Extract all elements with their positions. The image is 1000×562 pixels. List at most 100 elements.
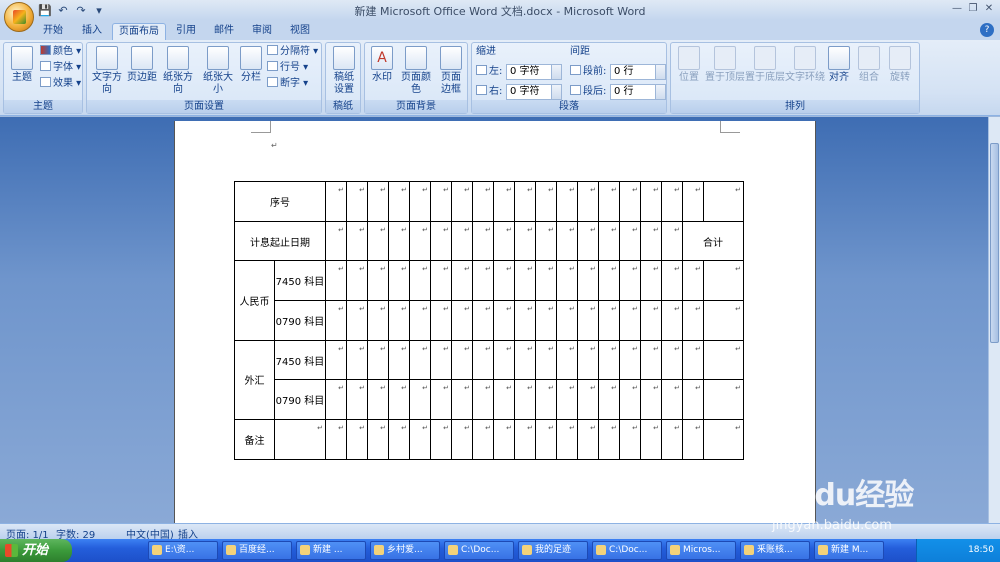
cell-note[interactable]: 备注	[234, 419, 275, 460]
table-cell[interactable]: ↵	[640, 419, 662, 460]
manuscript-setup-button[interactable]: 稿纸 设置	[328, 46, 360, 96]
table-cell[interactable]: ↵	[409, 379, 431, 421]
table-cell[interactable]: ↵	[556, 300, 578, 341]
table-cell[interactable]: ↵	[703, 419, 744, 460]
minimize-button[interactable]: —	[950, 2, 964, 16]
table-cell[interactable]: ↵	[514, 419, 536, 460]
table-cell[interactable]: ↵	[451, 339, 473, 381]
table-cell[interactable]: ↵	[598, 339, 620, 381]
table-cell[interactable]: ↵	[472, 220, 494, 262]
table-cell[interactable]: ↵	[577, 339, 599, 381]
spacing-after-input[interactable]: 0 行	[610, 84, 666, 100]
taskbar-item[interactable]: C:\Doc...	[592, 541, 662, 560]
table-cell[interactable]: ↵	[703, 300, 744, 341]
table-cell[interactable]: ↵	[346, 419, 368, 460]
table-cell[interactable]: ↵	[430, 339, 452, 381]
tab-references[interactable]: 引用	[172, 23, 200, 40]
table-cell[interactable]: ↵	[367, 260, 389, 302]
watermark-button[interactable]: A 水印	[369, 46, 395, 84]
table-cell[interactable]: ↵	[682, 300, 704, 341]
taskbar-item[interactable]: 我的足迹	[518, 541, 588, 560]
table-cell[interactable]: ↵	[619, 379, 641, 421]
scrollbar-thumb[interactable]	[990, 143, 999, 343]
table-cell[interactable]: ↵	[325, 339, 347, 381]
table-cell[interactable]: ↵	[430, 260, 452, 302]
text-wrap-button[interactable]: 文字环绕	[785, 46, 825, 84]
taskbar-item[interactable]: 釆账核...	[740, 541, 810, 560]
table-cell[interactable]: ↵	[598, 300, 620, 341]
taskbar-item[interactable]: Micros...	[666, 541, 736, 560]
table-cell[interactable]: ↵	[514, 220, 536, 262]
table-cell[interactable]: ↵	[535, 300, 557, 341]
table-cell[interactable]: ↵	[661, 220, 683, 262]
table-cell[interactable]: ↵	[619, 220, 641, 262]
table-cell[interactable]: ↵	[274, 419, 326, 460]
page-color-button[interactable]: 页面颜色	[397, 46, 435, 96]
table-cell[interactable]: ↵	[367, 300, 389, 341]
table-cell[interactable]: ↵	[388, 181, 410, 222]
table-cell[interactable]: ↵	[661, 260, 683, 302]
table-cell[interactable]: ↵	[367, 419, 389, 460]
table-cell[interactable]: ↵	[556, 379, 578, 421]
table-cell[interactable]: ↵	[703, 181, 744, 222]
table-cell[interactable]: ↵	[451, 300, 473, 341]
table-cell[interactable]: ↵	[346, 260, 368, 302]
table-cell[interactable]: ↵	[577, 419, 599, 460]
table-cell[interactable]: ↵	[619, 260, 641, 302]
cell-account-0790[interactable]: 0790 科目	[274, 300, 326, 341]
tab-insert[interactable]: 插入	[78, 23, 106, 40]
table-cell[interactable]: ↵	[598, 260, 620, 302]
table-cell[interactable]: ↵	[661, 181, 683, 222]
table-cell[interactable]: ↵	[640, 339, 662, 381]
table-cell[interactable]: ↵	[325, 220, 347, 262]
table-cell[interactable]: ↵	[556, 220, 578, 262]
table-cell[interactable]: ↵	[682, 379, 704, 421]
table-cell[interactable]: ↵	[409, 260, 431, 302]
table-cell[interactable]: ↵	[430, 419, 452, 460]
table-cell[interactable]: ↵	[661, 300, 683, 341]
table-cell[interactable]: ↵	[493, 379, 515, 421]
table-cell[interactable]: ↵	[619, 419, 641, 460]
table-cell[interactable]: ↵	[493, 260, 515, 302]
start-button[interactable]: 开始	[0, 539, 72, 562]
table-cell[interactable]: ↵	[472, 379, 494, 421]
table-cell[interactable]: ↵	[388, 300, 410, 341]
table-cell[interactable]: ↵	[409, 220, 431, 262]
tab-view[interactable]: 视图	[286, 23, 314, 40]
table-cell[interactable]: ↵	[325, 260, 347, 302]
table-cell[interactable]: ↵	[325, 300, 347, 341]
table-cell[interactable]: ↵	[598, 220, 620, 262]
align-button[interactable]: 对齐	[825, 46, 853, 84]
taskbar-item[interactable]: E:\资...	[148, 541, 218, 560]
table-cell[interactable]: ↵	[598, 181, 620, 222]
table-cell[interactable]: ↵	[325, 379, 347, 421]
table-cell[interactable]: ↵	[409, 300, 431, 341]
table-cell[interactable]: ↵	[535, 339, 557, 381]
table-cell[interactable]: ↵	[409, 181, 431, 222]
table-cell[interactable]: ↵	[346, 220, 368, 262]
document-table[interactable]: 序号 ↵ ↵ ↵ ↵ ↵ ↵ ↵ ↵ ↵ ↵ ↵ ↵ ↵ ↵ ↵ ↵ ↵ ↵ ↵ 计息起止日期 ↵ ↵ ↵ ↵ ↵ ↵ ↵ ↵ ↵ ↵ ↵ ↵ ↵…	[234, 181, 744, 460]
cell-account-7450[interactable]: 7450 科目	[274, 260, 326, 302]
table-cell[interactable]: ↵	[325, 181, 347, 222]
line-numbers-button[interactable]: 行号 ▾	[267, 61, 308, 75]
table-cell[interactable]: ↵	[388, 419, 410, 460]
save-icon[interactable]: 💾	[38, 4, 52, 17]
table-cell[interactable]: ↵	[325, 419, 347, 460]
table-cell[interactable]: ↵	[661, 379, 683, 421]
cell-rmb[interactable]: 人民币	[234, 260, 275, 341]
undo-icon[interactable]: ↶	[56, 4, 70, 17]
table-cell[interactable]: ↵	[409, 419, 431, 460]
cell-account-0790[interactable]: 0790 科目	[274, 379, 326, 421]
office-button[interactable]	[4, 2, 34, 32]
table-cell[interactable]: ↵	[577, 379, 599, 421]
restore-button[interactable]: ❐	[966, 2, 980, 16]
table-cell[interactable]: ↵	[430, 300, 452, 341]
help-icon[interactable]: ?	[980, 23, 994, 37]
table-cell[interactable]: ↵	[556, 339, 578, 381]
table-cell[interactable]: ↵	[451, 260, 473, 302]
table-cell[interactable]: ↵	[556, 419, 578, 460]
cell-interest-dates[interactable]: 计息起止日期	[234, 220, 326, 262]
send-back-button[interactable]: 置于底层	[745, 46, 785, 84]
table-cell[interactable]: ↵	[640, 300, 662, 341]
table-cell[interactable]: ↵	[619, 181, 641, 222]
